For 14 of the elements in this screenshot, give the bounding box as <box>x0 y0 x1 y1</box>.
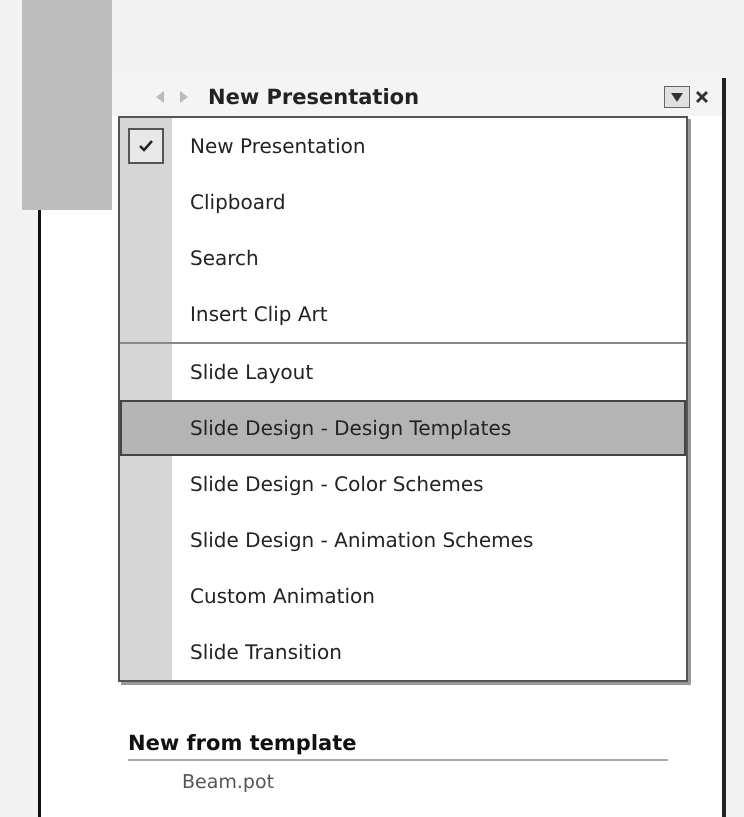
menu-item[interactable]: Slide Transition <box>120 624 686 680</box>
menu-item[interactable]: Slide Design - Color Schemes <box>120 456 686 512</box>
menu-item[interactable]: Search <box>120 230 686 286</box>
pane-menu-button[interactable] <box>664 86 690 108</box>
menu-item[interactable]: Slide Design - Animation Schemes <box>120 512 686 568</box>
close-icon <box>694 89 710 105</box>
template-link[interactable]: Beam.pot <box>182 771 722 793</box>
menu-item[interactable]: New Presentation <box>120 118 686 174</box>
menu-item[interactable]: Clipboard <box>120 174 686 230</box>
section-heading: New from template <box>128 731 668 761</box>
menu-item[interactable]: Slide Design - Design Templates <box>120 400 686 456</box>
menu-item[interactable]: Custom Animation <box>120 568 686 624</box>
menu-item[interactable]: Insert Clip Art <box>120 286 686 342</box>
pane-title: New Presentation <box>208 85 420 109</box>
